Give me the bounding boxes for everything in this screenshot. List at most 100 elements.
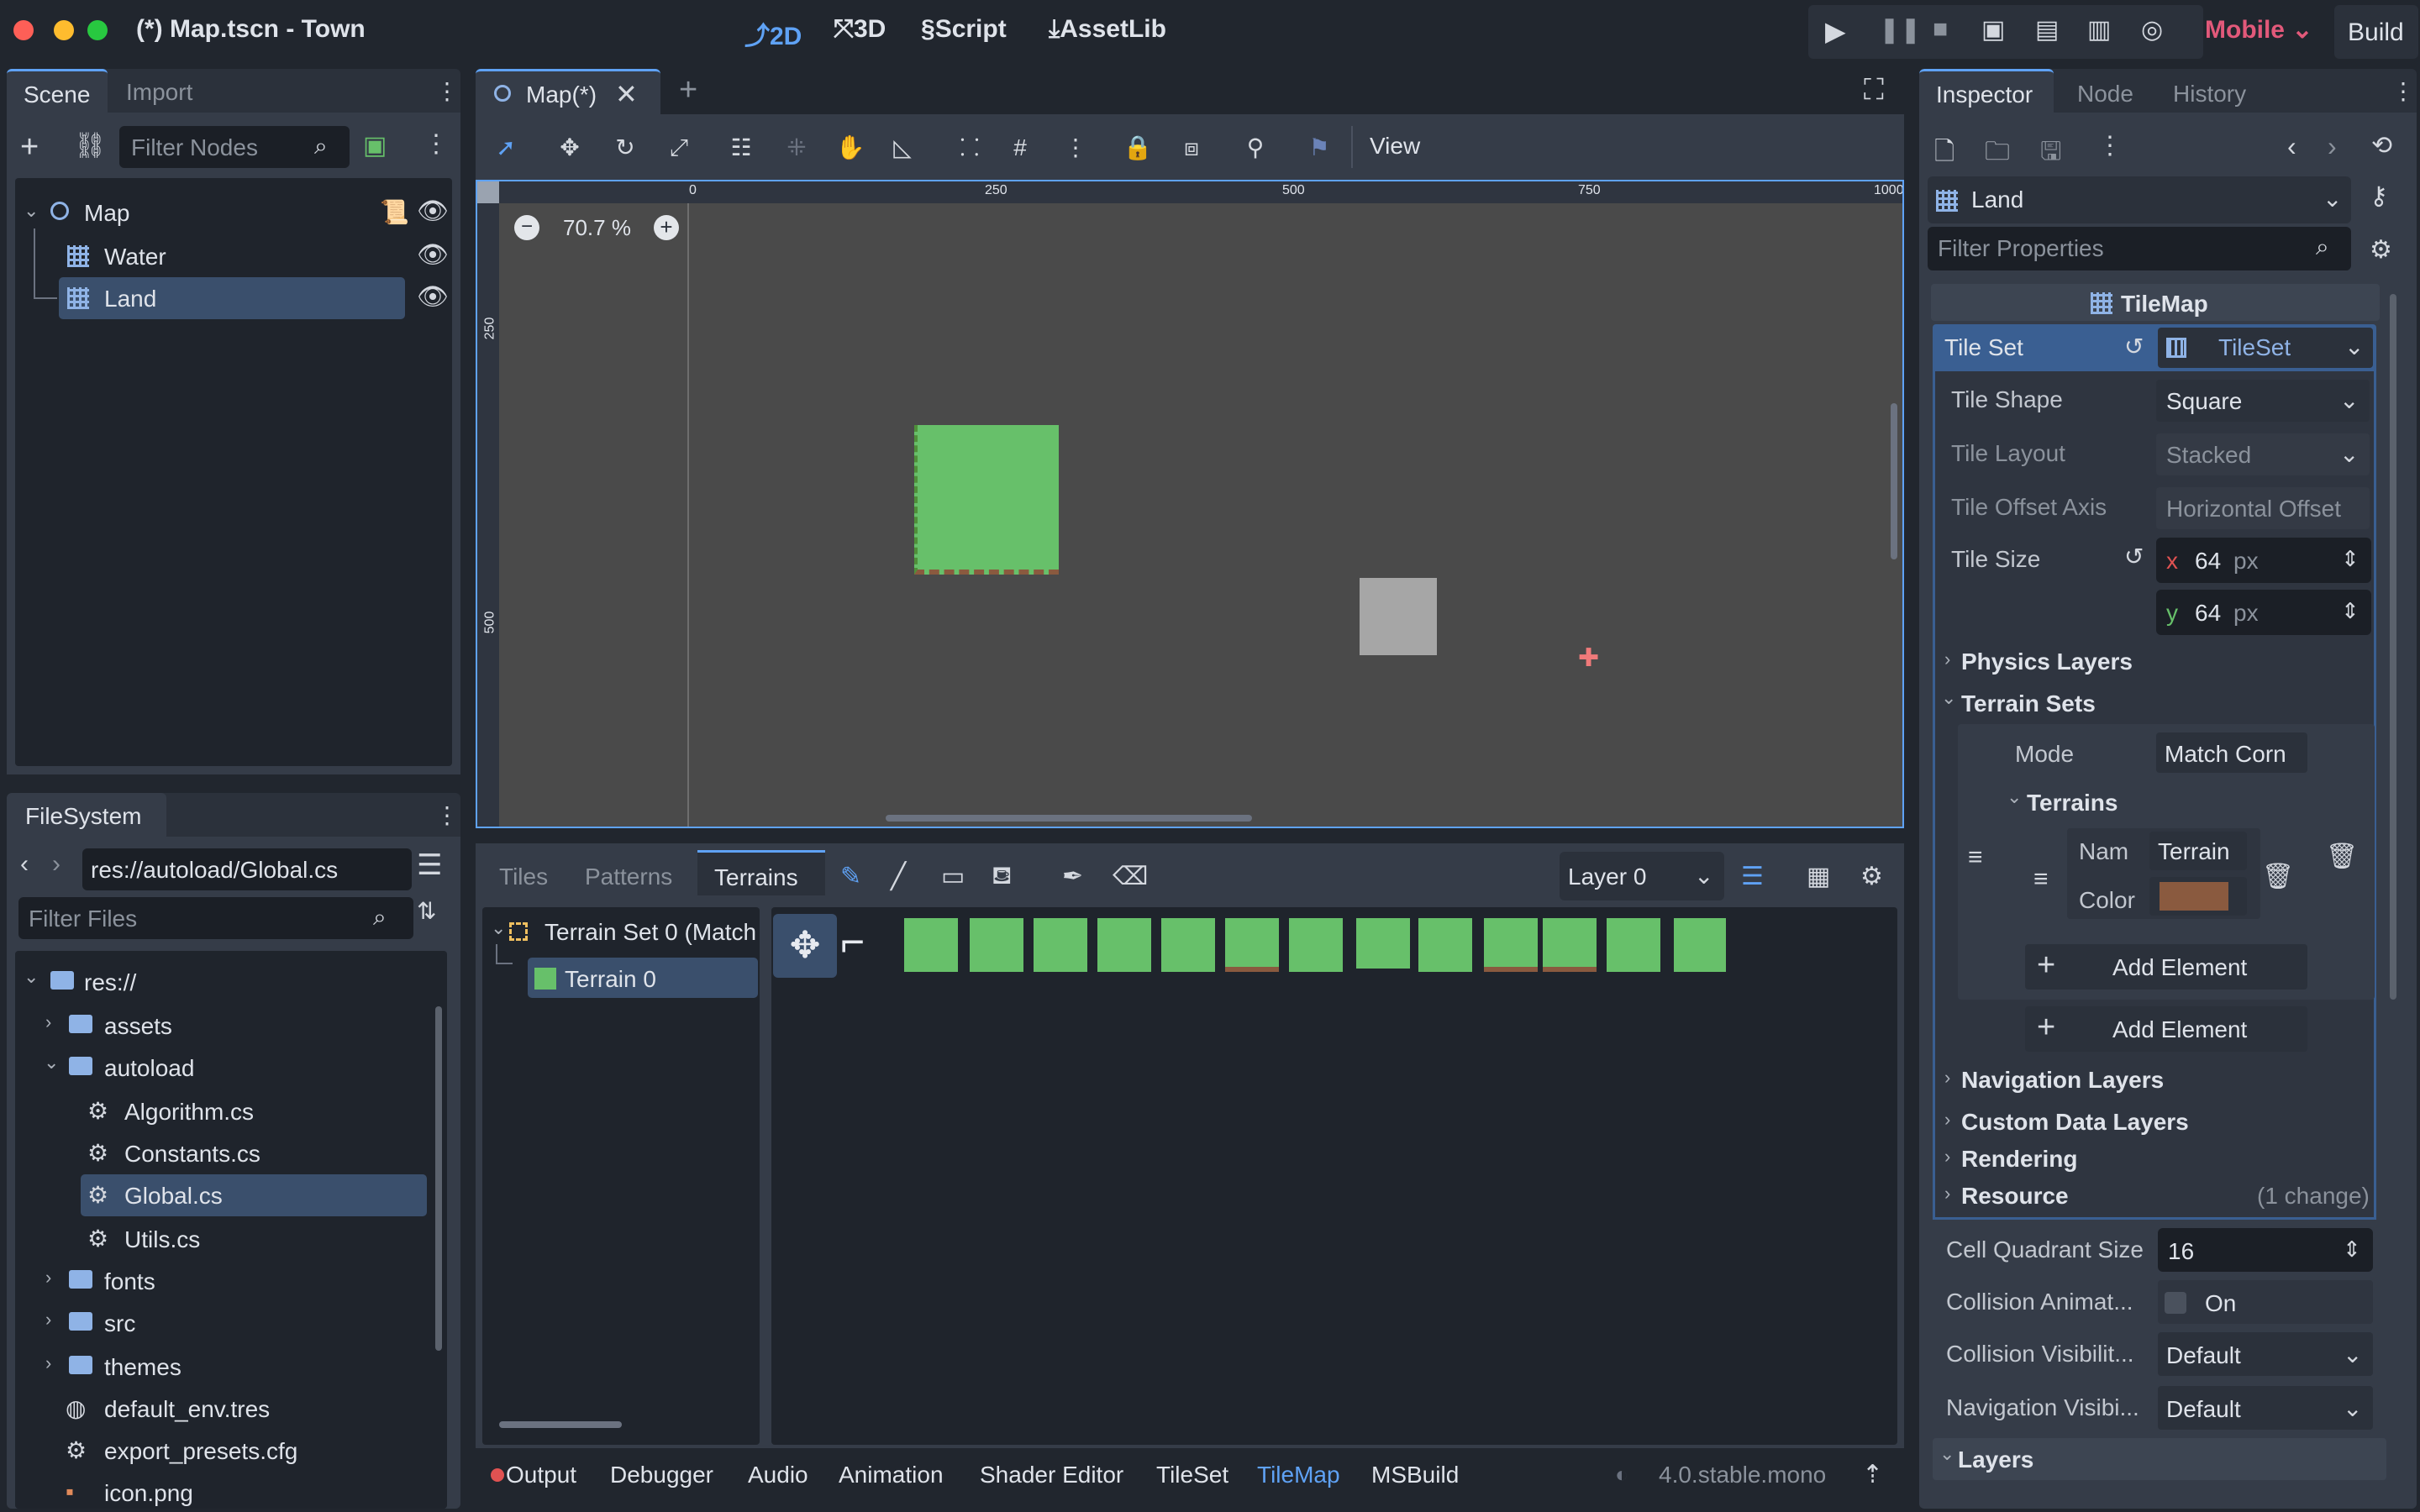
script-button[interactable]: §Script bbox=[921, 15, 1007, 44]
instance-scene-icon[interactable]: ▣ bbox=[363, 131, 387, 160]
pivot-tool-icon[interactable]: ⁜ bbox=[781, 133, 812, 163]
spinner-arrows-icon[interactable]: ⇕ bbox=[2341, 598, 2360, 624]
rendering-section[interactable]: › Rendering bbox=[1933, 1139, 2370, 1176]
spinner-arrows-icon[interactable]: ⇕ bbox=[2341, 546, 2360, 572]
zoom-level[interactable]: 70.7 % bbox=[563, 215, 631, 241]
terrain-tile[interactable] bbox=[1543, 918, 1597, 972]
tab-map[interactable]: Map(*) ✕ bbox=[476, 69, 660, 114]
resource-menu-icon[interactable]: ⋮ bbox=[2097, 131, 2123, 160]
dock-menu-icon[interactable]: ⋮ bbox=[2391, 77, 2415, 105]
delete-icon[interactable]: 🗑 bbox=[2326, 842, 2358, 871]
path-field[interactable]: res://autoload/Global.cs bbox=[82, 848, 412, 890]
drag-handle-icon[interactable]: ≡ bbox=[1968, 843, 1983, 872]
zoom-out-icon[interactable]: − bbox=[514, 215, 539, 240]
tab-history[interactable]: History bbox=[2173, 81, 2246, 108]
terrain-sets-section[interactable]: ⌄ Terrain Sets bbox=[1933, 684, 2370, 721]
mode-3d-button[interactable]: ⤧3D bbox=[834, 15, 886, 44]
terrain-tile[interactable] bbox=[1356, 918, 1410, 969]
add-element-button-inner[interactable]: + Add Element bbox=[2025, 944, 2307, 990]
inspector-scrollbar[interactable] bbox=[2390, 294, 2396, 1000]
tileset-resource-picker[interactable]: TileSet ⌄ bbox=[2158, 328, 2373, 368]
filter-nodes-input[interactable]: Filter Nodes ⌕ bbox=[119, 126, 350, 168]
tab-node[interactable]: Node bbox=[2077, 81, 2133, 108]
fs-item-src[interactable]: › src bbox=[24, 1302, 427, 1344]
tree-node-water[interactable]: Water 👁 bbox=[24, 228, 449, 296]
tilemap-settings-icon[interactable]: ⚙ bbox=[1860, 862, 1883, 891]
delete-icon[interactable]: 🗑 bbox=[2262, 862, 2294, 891]
terrain-tile[interactable] bbox=[904, 918, 958, 972]
tab-filesystem[interactable]: FileSystem bbox=[7, 793, 166, 837]
filter-files-input[interactable]: Filter Files ⌕ bbox=[18, 897, 413, 939]
mode-select[interactable]: Match Corn bbox=[2156, 732, 2307, 773]
move-tool-icon[interactable]: ✥ bbox=[555, 133, 585, 163]
fs-item-autoload[interactable]: ⌄ autoload bbox=[24, 1047, 427, 1089]
fs-item-themes[interactable]: › themes bbox=[24, 1346, 427, 1388]
property-settings-icon[interactable]: ⚙ bbox=[2370, 235, 2392, 265]
lock-icon[interactable]: 🔒 bbox=[1123, 133, 1153, 163]
tile-size-y-field[interactable]: y 64 px ⇕ bbox=[2156, 590, 2371, 635]
terrain-tile[interactable] bbox=[1607, 918, 1660, 972]
play-icon[interactable]: ▶ bbox=[1825, 15, 1846, 47]
list-select-icon[interactable]: ☷ bbox=[726, 133, 756, 163]
tab-patterns[interactable]: Patterns bbox=[585, 864, 672, 890]
pause-icon[interactable]: ❚❚ bbox=[1879, 15, 1921, 45]
renderer-select[interactable]: Mobile ⌄ bbox=[2205, 15, 2312, 45]
tab-terrains[interactable]: Terrains bbox=[697, 850, 825, 895]
tab-import[interactable]: Import bbox=[126, 79, 192, 106]
history-forward-icon[interactable]: › bbox=[2328, 131, 2337, 162]
vertical-scrollbar[interactable] bbox=[1891, 403, 1897, 559]
play-scene-icon[interactable]: ▤ bbox=[2035, 15, 2059, 45]
assetlib-button[interactable]: ⤓AssetLib bbox=[1049, 15, 1166, 44]
bottom-tab-msbuild[interactable]: MSBuild bbox=[1371, 1462, 1459, 1488]
object-properties-icon[interactable]: ⚷ bbox=[2370, 181, 2388, 211]
maximize-window-button[interactable] bbox=[87, 20, 108, 40]
terrain-tile[interactable] bbox=[1418, 918, 1472, 972]
eraser-tool-icon[interactable]: ⌫ bbox=[1113, 862, 1148, 891]
stop-icon[interactable]: ■ bbox=[1933, 15, 1948, 44]
forward-icon[interactable]: › bbox=[52, 850, 60, 879]
terrain-name-field[interactable]: Terrain bbox=[2149, 832, 2247, 870]
terrain-tile[interactable] bbox=[1034, 918, 1087, 972]
terrains-section[interactable]: ⌄ Terrains bbox=[2000, 783, 2370, 820]
scene-menu-icon[interactable]: ⋮ bbox=[424, 129, 449, 159]
history-back-icon[interactable]: ‹ bbox=[2287, 131, 2296, 162]
custom-data-layers-section[interactable]: › Custom Data Layers bbox=[1933, 1102, 2370, 1139]
dock-menu-icon[interactable]: ⋮ bbox=[435, 801, 459, 829]
bottom-tab-shader-editor[interactable]: Shader Editor bbox=[980, 1462, 1123, 1488]
new-resource-icon[interactable]: 🗋 bbox=[1934, 133, 1954, 176]
connect-mode-icon[interactable]: ✥ bbox=[773, 914, 837, 978]
bottom-tab-tileset[interactable]: TileSet bbox=[1156, 1462, 1228, 1488]
smart-snap-icon[interactable]: ⸬ bbox=[955, 133, 985, 163]
select-tool-icon[interactable]: ➚ bbox=[491, 133, 521, 163]
tile-offset-axis-select[interactable]: Horizontal Offset bbox=[2156, 487, 2370, 529]
collision-animatable-checkbox[interactable]: On bbox=[2158, 1280, 2373, 1324]
split-view-icon[interactable]: ☰ bbox=[417, 848, 442, 882]
fs-item-global[interactable]: ⚙ Global.cs bbox=[81, 1174, 427, 1216]
add-tab-icon[interactable]: + bbox=[679, 72, 697, 108]
dock-menu-icon[interactable]: ⋮ bbox=[435, 77, 459, 105]
bottom-tab-audio[interactable]: Audio bbox=[748, 1462, 808, 1488]
object-selector[interactable]: Land ⌄ bbox=[1928, 176, 2351, 223]
bottom-tab-animation[interactable]: Animation bbox=[839, 1462, 944, 1488]
terrain-tile[interactable] bbox=[1225, 918, 1279, 972]
grid-icon[interactable]: ▦ bbox=[1807, 862, 1830, 891]
fs-item-constants[interactable]: ⚙ Constants.cs bbox=[24, 1132, 427, 1174]
terrain-tile[interactable] bbox=[1289, 918, 1343, 972]
view-menu[interactable]: View bbox=[1370, 133, 1420, 160]
tile-size-x-field[interactable]: x 64 px ⇕ bbox=[2156, 538, 2371, 583]
history-icon[interactable]: ⟲ bbox=[2371, 131, 2392, 160]
bone-icon[interactable]: ⚲ bbox=[1240, 133, 1270, 163]
visibility-eye-icon[interactable]: 👁 bbox=[417, 240, 449, 270]
mode-2d-button[interactable]: ⤴2D bbox=[744, 15, 802, 52]
grid-snap-icon[interactable]: # bbox=[1005, 133, 1035, 163]
navigation-layers-section[interactable]: › Navigation Layers bbox=[1933, 1060, 2370, 1097]
save-icon[interactable]: 🖫 bbox=[2040, 133, 2062, 176]
fs-item-export-presets[interactable]: ⚙ export_presets.cfg bbox=[24, 1430, 427, 1472]
terrain-tile[interactable] bbox=[1674, 918, 1726, 972]
resource-section[interactable]: › Resource (1 change) bbox=[1933, 1176, 2370, 1213]
remote-debug-icon[interactable]: ▣ bbox=[1981, 15, 2005, 45]
add-element-button-outer[interactable]: + Add Element bbox=[2025, 1006, 2307, 1052]
terrain-tile[interactable] bbox=[1484, 918, 1538, 972]
tab-tiles[interactable]: Tiles bbox=[499, 864, 548, 890]
zoom-in-icon[interactable]: + bbox=[654, 215, 679, 240]
